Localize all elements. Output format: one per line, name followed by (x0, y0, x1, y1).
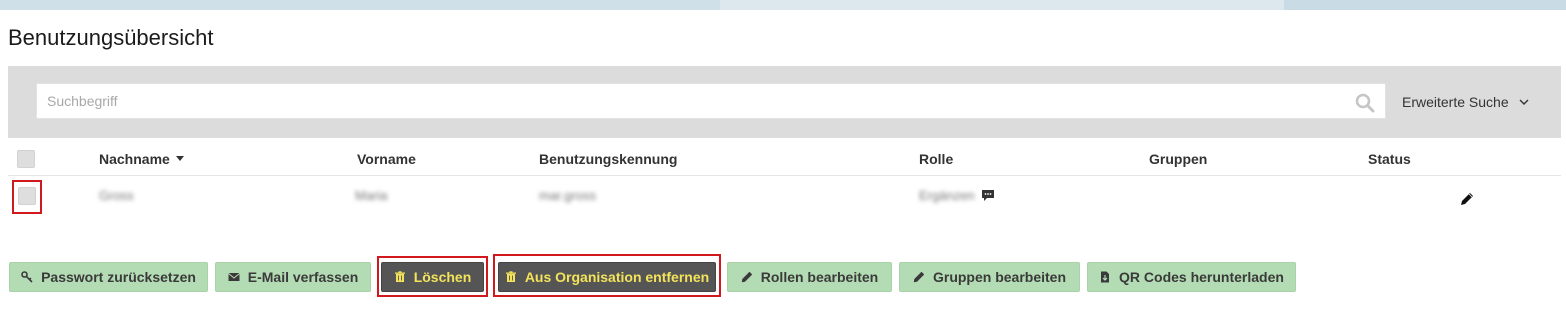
sort-desc-icon (175, 155, 184, 161)
cell-role: Ergänzen (919, 188, 975, 203)
envelope-icon (227, 273, 240, 281)
edit-roles-label: Rollen bearbeiten (760, 269, 879, 285)
cell-lastname: Gross (99, 188, 134, 203)
search-input[interactable] (37, 84, 1337, 118)
search-box (36, 83, 1386, 119)
table-row: Gross Maria mar.gross Ergänzen (8, 177, 1561, 217)
reset-password-label: Passwort zurücksetzen (41, 269, 196, 285)
search-panel: Erweiterte Suche (8, 66, 1561, 138)
remove-from-organisation-label: Aus Organisation entfernen (524, 269, 710, 285)
download-qr-codes-label: QR Codes herunterladen (1119, 269, 1284, 285)
cell-firstname: Maria (355, 188, 388, 203)
remove-from-organisation-button[interactable]: Aus Organisation entfernen (498, 262, 716, 292)
pencil-icon (741, 271, 752, 283)
column-firstname: Vorname (357, 151, 416, 167)
column-groups: Gruppen (1149, 151, 1208, 167)
advanced-search-label: Erweiterte Suche (1402, 94, 1509, 110)
edit-roles-button[interactable]: Rollen bearbeiten (727, 262, 892, 292)
table-header: Nachname Vorname Benutzungskennung Rolle… (8, 142, 1561, 176)
top-banner (0, 0, 1566, 12)
column-lastname[interactable]: Nachname (99, 151, 184, 167)
select-all-checkbox[interactable] (17, 150, 35, 168)
download-qr-codes-button[interactable]: QR Codes herunterladen (1087, 262, 1296, 292)
comment-icon[interactable] (981, 189, 995, 202)
row-checkbox[interactable] (18, 187, 36, 205)
trash-icon (394, 271, 405, 282)
column-username: Benutzungskennung (539, 151, 678, 167)
edit-groups-label: Gruppen bearbeiten (932, 269, 1067, 285)
edit-groups-button[interactable]: Gruppen bearbeiten (899, 262, 1080, 292)
compose-email-button[interactable]: E-Mail verfassen (215, 262, 371, 292)
column-status: Status (1368, 151, 1411, 167)
delete-button[interactable]: Löschen (381, 262, 484, 292)
search-icon[interactable] (1355, 93, 1375, 113)
file-download-icon (1101, 271, 1110, 283)
advanced-search-toggle[interactable]: Erweiterte Suche (1402, 94, 1529, 110)
compose-email-label: E-Mail verfassen (247, 269, 359, 285)
key-icon (21, 271, 33, 283)
pencil-icon (913, 271, 925, 283)
column-role: Rolle (919, 151, 954, 167)
reset-password-button[interactable]: Passwort zurücksetzen (9, 262, 208, 292)
page-title: Benutzungsübersicht (8, 25, 214, 50)
pencil-icon[interactable] (1460, 192, 1474, 206)
column-lastname-label: Nachname (99, 151, 170, 167)
chevron-down-icon (1519, 99, 1529, 105)
delete-label: Löschen (413, 269, 472, 285)
trash-icon (505, 271, 516, 282)
cell-username: mar.gross (539, 188, 597, 203)
